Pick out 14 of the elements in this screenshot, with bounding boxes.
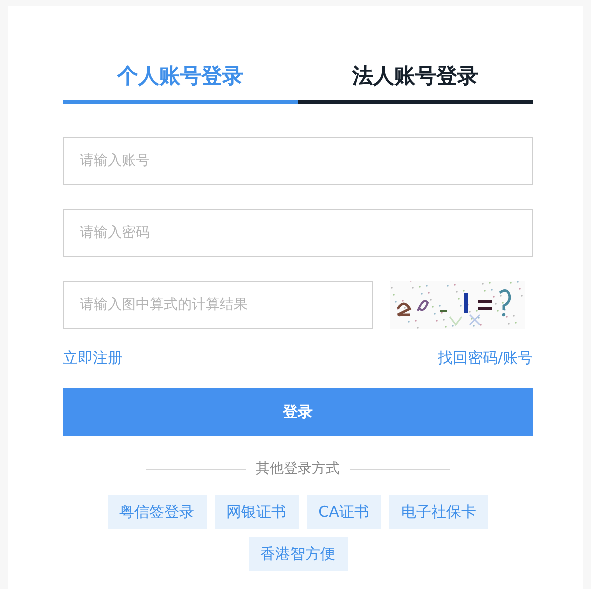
login-method-button[interactable]: 电子社保卡 <box>389 495 488 529</box>
recover-link[interactable]: 找回密码/账号 <box>438 349 533 368</box>
login-method-button[interactable]: 粤信签登录 <box>108 495 207 529</box>
register-link[interactable]: 立即注册 <box>63 349 123 368</box>
login-method-button[interactable]: 网银证书 <box>214 495 299 529</box>
password-field[interactable]: 请输入密码 <box>63 209 533 257</box>
login-tab[interactable]: 法人账号登录 <box>298 56 533 104</box>
login-button[interactable]: 登录 <box>63 388 533 436</box>
captcha-field[interactable]: 请输入图中算式的计算结果 <box>63 281 373 329</box>
login-tab[interactable]: 个人账号登录 <box>63 56 298 104</box>
account-field[interactable]: 请输入账号 <box>63 137 533 185</box>
login-method-button[interactable]: CA证书 <box>306 495 382 529</box>
login-method-button[interactable]: 香港智方便 <box>248 537 348 571</box>
divider-label: 其他登录方式 <box>256 460 340 478</box>
